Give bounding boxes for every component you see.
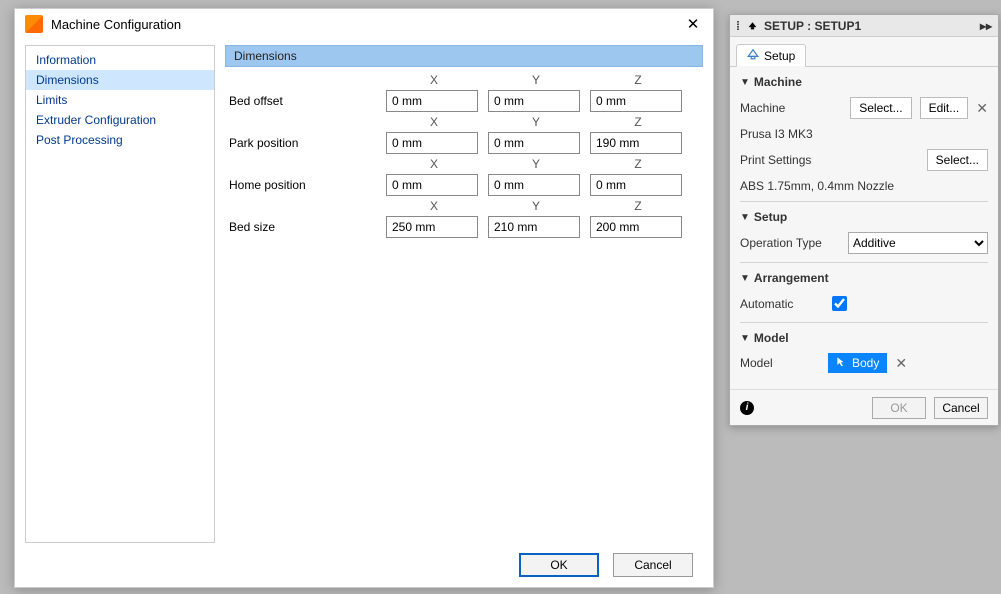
- col-header-z: Z: [590, 157, 686, 171]
- setup-panel-titlebar[interactable]: ⁞ SETUP : SETUP1 ▸▸: [730, 15, 998, 37]
- bed-offset-z-input[interactable]: [590, 90, 682, 112]
- col-header-x: X: [386, 199, 482, 213]
- col-header-x: X: [386, 73, 482, 87]
- setup-panel: ⁞ SETUP : SETUP1 ▸▸ Setup ▼Machine Machi…: [729, 14, 999, 426]
- machine-name-text: Prusa I3 MK3: [740, 127, 988, 141]
- expand-icon[interactable]: ▸▸: [980, 19, 992, 33]
- dimensions-section-header: Dimensions: [225, 45, 703, 67]
- fusion-logo-icon: [25, 15, 43, 33]
- caret-down-icon: ▼: [740, 77, 750, 88]
- section-arrangement: ▼Arrangement Automatic: [740, 263, 988, 323]
- bed-size-y-input[interactable]: [488, 216, 580, 238]
- model-body-chip[interactable]: Body: [828, 353, 887, 373]
- sidebar-item-post-processing[interactable]: Post Processing: [26, 130, 214, 150]
- automatic-checkbox[interactable]: [832, 296, 847, 311]
- setup-cancel-button[interactable]: Cancel: [934, 397, 988, 419]
- col-header-z: Z: [590, 115, 686, 129]
- col-header-y: Y: [488, 115, 584, 129]
- col-header-z: Z: [590, 199, 686, 213]
- section-model-header[interactable]: ▼Model: [740, 331, 988, 345]
- mc-titlebar: Machine Configuration ✕: [15, 9, 713, 39]
- section-machine: ▼Machine Machine Select... Edit... ✕ Pru…: [740, 67, 988, 202]
- section-setup: ▼Setup Operation Type Additive: [740, 202, 988, 263]
- setup-ok-button[interactable]: OK: [872, 397, 926, 419]
- setup-panel-footer: i OK Cancel: [730, 389, 998, 425]
- sidebar-item-information[interactable]: Information: [26, 50, 214, 70]
- cursor-icon: [836, 356, 847, 370]
- operation-type-label: Operation Type: [740, 236, 840, 250]
- caret-down-icon: ▼: [740, 333, 750, 344]
- setup-panel-title: SETUP : SETUP1: [764, 19, 861, 33]
- close-icon[interactable]: ✕: [683, 15, 703, 33]
- print-settings-label: Print Settings: [740, 153, 820, 167]
- drag-handle-icon[interactable]: ⁞: [736, 19, 741, 33]
- setup-title-icon: [747, 20, 758, 31]
- col-header-y: Y: [488, 73, 584, 87]
- model-clear-icon[interactable]: ✕: [895, 355, 907, 372]
- sidebar-item-dimensions[interactable]: Dimensions: [26, 70, 214, 90]
- machine-clear-icon[interactable]: ✕: [976, 100, 988, 117]
- row-label-bed-size: Bed size: [225, 220, 380, 234]
- home-position-x-input[interactable]: [386, 174, 478, 196]
- machine-configuration-dialog: Machine Configuration ✕ Information Dime…: [14, 8, 714, 588]
- park-position-x-input[interactable]: [386, 132, 478, 154]
- col-header-y: Y: [488, 157, 584, 171]
- park-position-z-input[interactable]: [590, 132, 682, 154]
- section-setup-header[interactable]: ▼Setup: [740, 210, 988, 224]
- setup-tab-icon: [747, 48, 759, 63]
- mc-footer: OK Cancel: [15, 543, 713, 587]
- mc-body: Information Dimensions Limits Extruder C…: [15, 39, 713, 543]
- operation-type-select[interactable]: Additive: [848, 232, 988, 254]
- setup-panel-body: ▼Machine Machine Select... Edit... ✕ Pru…: [730, 67, 998, 389]
- col-header-y: Y: [488, 199, 584, 213]
- bed-offset-y-input[interactable]: [488, 90, 580, 112]
- machine-label: Machine: [740, 101, 820, 115]
- park-position-y-input[interactable]: [488, 132, 580, 154]
- col-header-x: X: [386, 157, 482, 171]
- col-header-z: Z: [590, 73, 686, 87]
- caret-down-icon: ▼: [740, 212, 750, 223]
- sidebar-item-limits[interactable]: Limits: [26, 90, 214, 110]
- machine-select-button[interactable]: Select...: [850, 97, 911, 119]
- print-settings-name-text: ABS 1.75mm, 0.4mm Nozzle: [740, 179, 988, 193]
- caret-down-icon: ▼: [740, 273, 750, 284]
- model-label: Model: [740, 356, 820, 370]
- mc-content: Dimensions X Y Z Bed offset X Y Z Park p…: [225, 45, 703, 543]
- row-label-park-position: Park position: [225, 136, 380, 150]
- bed-size-x-input[interactable]: [386, 216, 478, 238]
- section-arrangement-header[interactable]: ▼Arrangement: [740, 271, 988, 285]
- setup-tabs: Setup: [730, 37, 998, 67]
- print-settings-select-button[interactable]: Select...: [927, 149, 988, 171]
- row-label-home-position: Home position: [225, 178, 380, 192]
- dimensions-table: X Y Z Bed offset X Y Z Park position X Y…: [225, 73, 703, 238]
- home-position-y-input[interactable]: [488, 174, 580, 196]
- ok-button[interactable]: OK: [519, 553, 599, 577]
- mc-sidebar: Information Dimensions Limits Extruder C…: [25, 45, 215, 543]
- section-machine-header[interactable]: ▼Machine: [740, 75, 988, 89]
- bed-offset-x-input[interactable]: [386, 90, 478, 112]
- tab-label: Setup: [764, 49, 795, 63]
- bed-size-z-input[interactable]: [590, 216, 682, 238]
- chip-label: Body: [852, 356, 879, 370]
- automatic-label: Automatic: [740, 297, 820, 311]
- home-position-z-input[interactable]: [590, 174, 682, 196]
- section-model: ▼Model Model Body ✕: [740, 323, 988, 381]
- row-label-bed-offset: Bed offset: [225, 94, 380, 108]
- sidebar-item-extruder-configuration[interactable]: Extruder Configuration: [26, 110, 214, 130]
- cancel-button[interactable]: Cancel: [613, 553, 693, 577]
- mc-title: Machine Configuration: [51, 17, 683, 32]
- machine-edit-button[interactable]: Edit...: [920, 97, 969, 119]
- tab-setup[interactable]: Setup: [736, 44, 806, 67]
- col-header-x: X: [386, 115, 482, 129]
- info-icon[interactable]: i: [740, 401, 754, 415]
